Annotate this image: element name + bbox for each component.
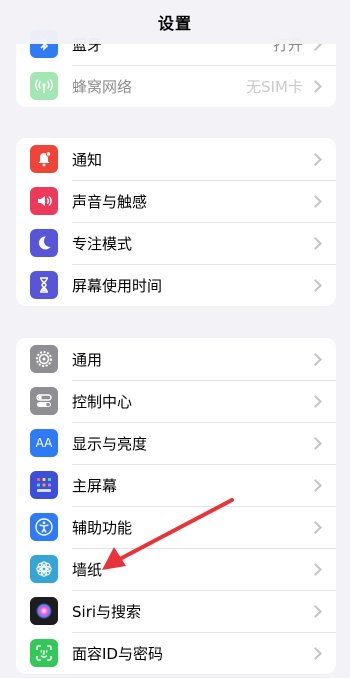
settings-row-display[interactable]: AA 显示与亮度 xyxy=(16,422,336,464)
chevron-right-icon xyxy=(309,478,322,492)
chevron-right-icon xyxy=(309,352,322,366)
accessibility-icon xyxy=(30,513,58,541)
page-title: 设置 xyxy=(157,14,192,33)
antenna-icon xyxy=(30,72,58,100)
settings-row-home-screen[interactable]: 主屏幕 xyxy=(16,464,336,506)
speaker-icon xyxy=(30,187,58,215)
row-label: 控制中心 xyxy=(72,392,133,411)
toggles-icon xyxy=(30,387,58,415)
settings-row-accessibility[interactable]: 辅助功能 xyxy=(16,506,336,548)
chevron-right-icon xyxy=(309,604,322,618)
chevron-right-icon xyxy=(309,152,322,166)
row-label: 声音与触感 xyxy=(72,192,148,211)
chevron-right-icon xyxy=(309,646,322,660)
row-label: 通知 xyxy=(72,150,103,169)
chevron-right-icon xyxy=(309,436,322,450)
settings-row-notifications[interactable]: 通知 xyxy=(16,138,336,180)
settings-row-screen-time[interactable]: 屏幕使用时间 xyxy=(16,264,336,306)
home-grid-icon xyxy=(30,471,58,499)
row-label: 屏幕使用时间 xyxy=(72,276,163,295)
notifications-group: 通知 声音与触感 专注模式 屏幕使用时间 xyxy=(16,138,336,306)
row-label: 主屏幕 xyxy=(72,476,118,495)
settings-row-focus[interactable]: 专注模式 xyxy=(16,222,336,264)
nav-bar: 设置 xyxy=(0,0,350,44)
row-label: 墙纸 xyxy=(72,560,103,579)
settings-row-cellular[interactable]: 蜂窝网络 无SIM卡 xyxy=(16,65,336,107)
hourglass-icon xyxy=(30,271,58,299)
general-group: 通用 控制中心 AA 显示与亮度 主屏幕 辅助功能 墙纸 Siri与搜索 面容I… xyxy=(16,338,336,674)
row-label: 蜂窝网络 xyxy=(72,77,133,96)
bell-icon xyxy=(30,145,58,173)
chevron-right-icon xyxy=(309,194,322,208)
flower-icon xyxy=(30,555,58,583)
row-label: 专注模式 xyxy=(72,234,133,253)
chevron-right-icon xyxy=(309,394,322,408)
text-size-icon: AA xyxy=(30,429,58,457)
chevron-right-icon xyxy=(309,278,322,292)
moon-icon xyxy=(30,229,58,257)
chevron-right-icon xyxy=(309,236,322,250)
row-label: 显示与亮度 xyxy=(72,434,148,453)
settings-row-wallpaper[interactable]: 墙纸 xyxy=(16,548,336,590)
settings-row-control-center[interactable]: 控制中心 xyxy=(16,380,336,422)
chevron-right-icon xyxy=(309,562,322,576)
row-label: Siri与搜索 xyxy=(72,602,142,621)
row-label: 辅助功能 xyxy=(72,518,133,537)
settings-row-siri[interactable]: Siri与搜索 xyxy=(16,590,336,632)
gear-icon xyxy=(30,345,58,373)
settings-row-face-id[interactable]: 面容ID与密码 xyxy=(16,632,336,674)
row-label: 通用 xyxy=(72,350,103,369)
chevron-right-icon xyxy=(309,520,322,534)
siri-icon xyxy=(30,597,58,625)
chevron-right-icon xyxy=(309,79,322,93)
row-value: 无SIM卡 xyxy=(246,77,303,96)
settings-row-general[interactable]: 通用 xyxy=(16,338,336,380)
row-label: 面容ID与密码 xyxy=(72,644,163,663)
face-id-icon xyxy=(30,639,58,667)
settings-row-sounds[interactable]: 声音与触感 xyxy=(16,180,336,222)
